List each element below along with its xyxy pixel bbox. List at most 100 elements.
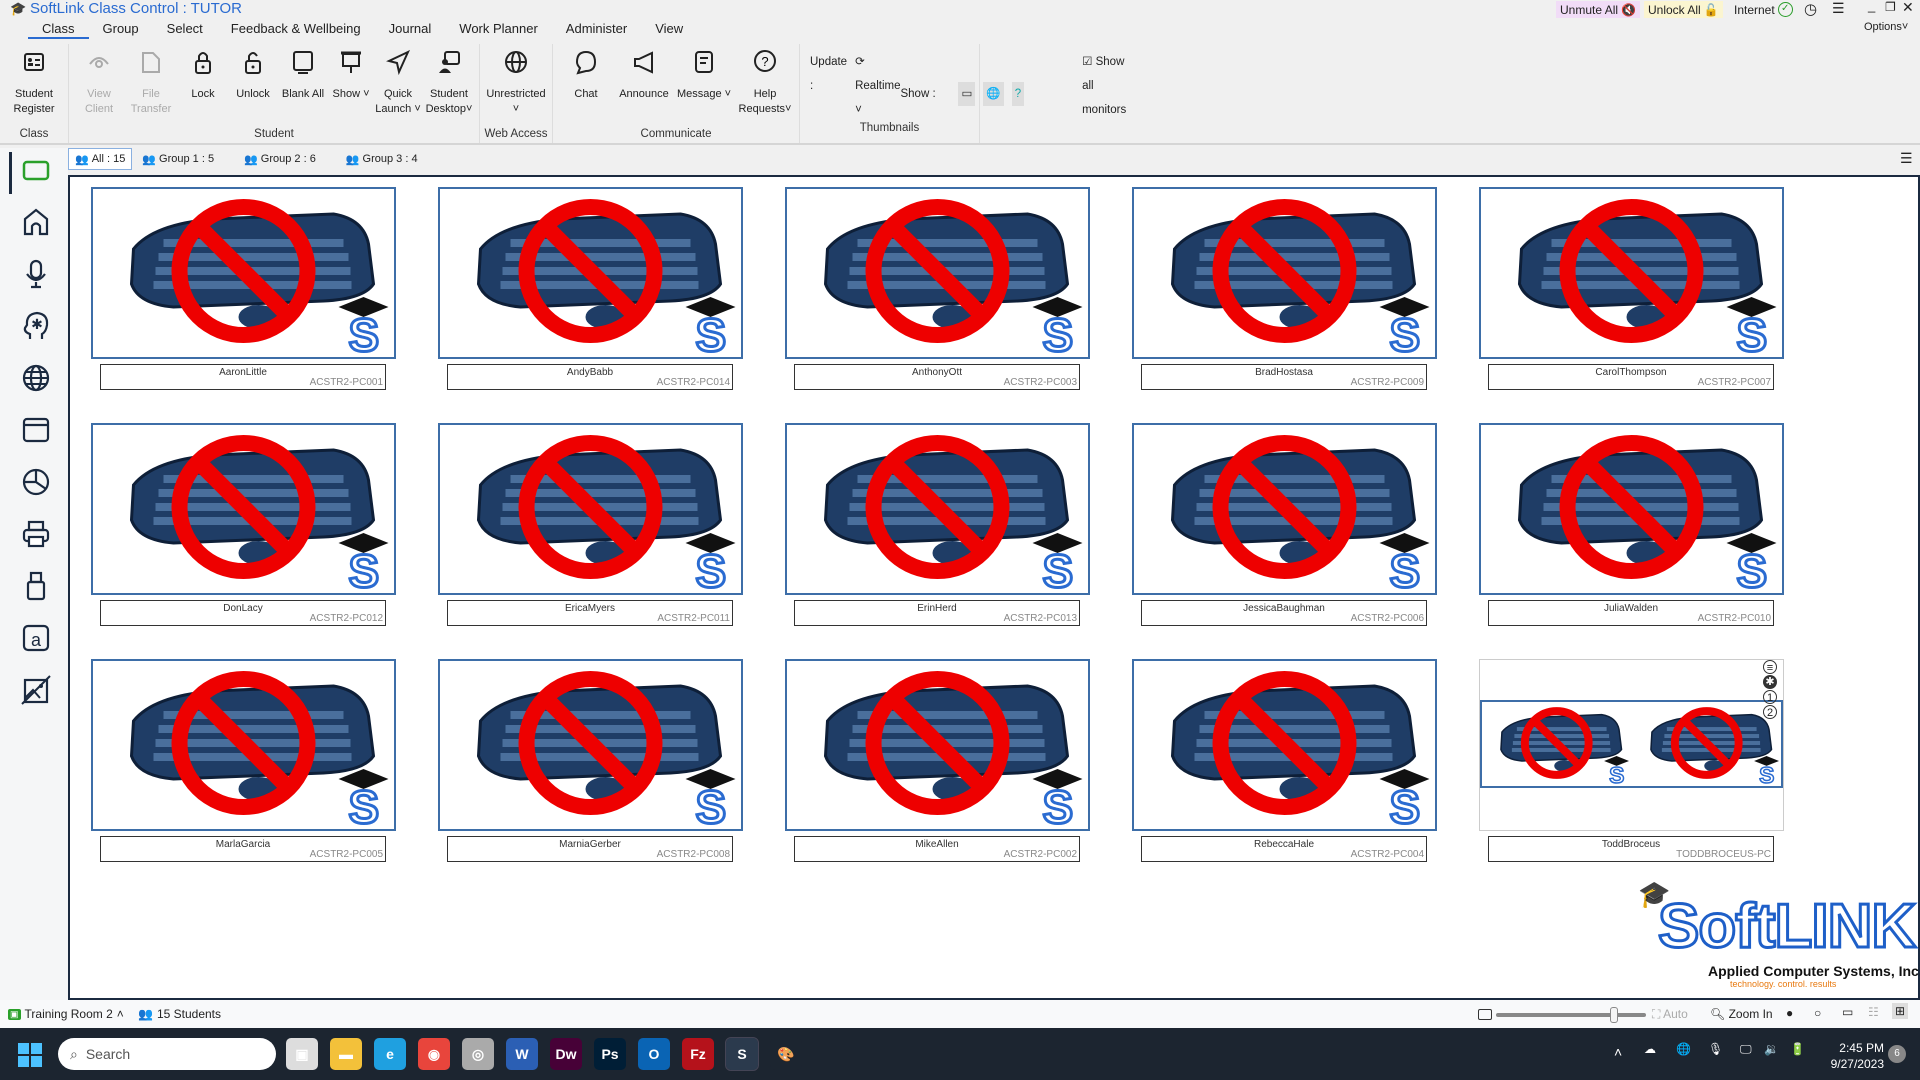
menu-tab-select[interactable]: Select (153, 19, 217, 39)
menu-tab-view[interactable]: View (641, 19, 697, 39)
student-label[interactable]: AaronLittle ACSTR2-PC001 (100, 364, 386, 390)
student-label[interactable]: CarolThompson ACSTR2-PC007 (1488, 364, 1774, 390)
usb-icon[interactable] (18, 568, 54, 604)
task-view-icon[interactable]: ▣ (286, 1038, 318, 1070)
text-icon[interactable]: a (18, 620, 54, 656)
student-label[interactable]: MarniaGerber ACSTR2-PC008 (447, 836, 733, 862)
show-all-monitors-checkbox[interactable]: ☑ (1082, 56, 1092, 68)
student-thumbnail[interactable] (438, 423, 743, 595)
options-dropdown[interactable]: Options˅ (1864, 21, 1908, 33)
outlook-icon[interactable]: O (638, 1038, 670, 1070)
image-icon[interactable] (18, 672, 54, 708)
window-icon[interactable] (18, 412, 54, 448)
menu-tab-journal[interactable]: Journal (375, 19, 446, 39)
unlock-all-button[interactable]: Unlock All 🔓 (1644, 1, 1723, 18)
student-label[interactable]: AnthonyOtt ACSTR2-PC003 (794, 364, 1080, 390)
microphone-tray-icon[interactable]: 🎙 (1708, 1042, 1723, 1056)
internet-status[interactable]: Internet ✓ (1730, 1, 1797, 18)
dreamweaver-icon[interactable]: Dw (550, 1038, 582, 1070)
group-tab-all[interactable]: 👥 All : 15 (68, 148, 133, 170)
wellbeing-head-icon[interactable]: ✱ (18, 308, 54, 344)
student-thumbnail[interactable] (91, 423, 396, 595)
pie-chart-icon[interactable] (18, 464, 54, 500)
file-explorer-icon[interactable]: ▬ (330, 1038, 362, 1070)
search-box[interactable]: ⌕ Search (58, 1038, 276, 1070)
student-thumbnail[interactable]: ≡ ✱ 1 2 (1479, 659, 1784, 831)
student-label[interactable]: RebeccaHale ACSTR2-PC004 (1141, 836, 1427, 862)
group-tab-group-1[interactable]: 👥 Group 1 : 5 (136, 148, 220, 170)
restore-button[interactable]: ❐ (1885, 0, 1896, 14)
student-thumbnail[interactable] (785, 423, 1090, 595)
student-label[interactable]: JuliaWalden ACSTR2-PC010 (1488, 600, 1774, 626)
volume-icon[interactable]: 🔉 (1764, 1042, 1779, 1056)
student-label[interactable]: EricaMyers ACSTR2-PC011 (447, 600, 733, 626)
display-tray-icon[interactable]: 🖵 (1740, 1042, 1752, 1057)
student-label[interactable]: BradHostasa ACSTR2-PC009 (1141, 364, 1427, 390)
student-thumbnail[interactable] (438, 187, 743, 359)
menu-tab-work-planner[interactable]: Work Planner (445, 19, 552, 39)
notification-badge[interactable]: 6 (1888, 1045, 1906, 1063)
clock[interactable]: 2:45 PM 9/27/2023 (1820, 1040, 1884, 1072)
menu-tab-feedback-wellbeing[interactable]: Feedback & Wellbeing (217, 19, 375, 39)
student-thumbnail[interactable] (1132, 659, 1437, 831)
paint-icon[interactable]: 🎨 (770, 1038, 802, 1070)
grid-view-icon[interactable]: ⊞ (1892, 1003, 1909, 1019)
photoshop-icon[interactable]: Ps (594, 1038, 626, 1070)
menu-icon[interactable]: ☰ (1832, 0, 1845, 17)
student-label[interactable]: MarlaGarcia ACSTR2-PC005 (100, 836, 386, 862)
clock-icon[interactable]: ◷ (1804, 0, 1817, 18)
student-thumbnail[interactable] (1132, 423, 1437, 595)
student-thumbnail[interactable] (91, 187, 396, 359)
monitor-1-icon[interactable]: 1 (1763, 690, 1777, 704)
monitor-icon[interactable]: ▭ (1842, 1005, 1853, 1019)
person-outline-icon[interactable]: ○ (1814, 1006, 1821, 1020)
menu-tab-group[interactable]: Group (89, 19, 153, 39)
group-tab-group-2[interactable]: 👥 Group 2 : 6 (238, 148, 322, 170)
show-help-icon[interactable]: ? (1011, 82, 1025, 106)
student-thumbnail[interactable] (785, 659, 1090, 831)
battery-icon[interactable]: 🔋 (1790, 1042, 1805, 1056)
microphone-icon[interactable] (18, 256, 54, 292)
auto-button[interactable]: ⛶ Auto (1652, 1007, 1688, 1022)
student-thumbnail[interactable] (1479, 423, 1784, 595)
student-label[interactable]: ToddBroceus TODDBROCEUS-PC (1488, 836, 1774, 862)
start-button[interactable] (18, 1043, 42, 1067)
zoom-in-button[interactable]: 🔍︎ Zoom In (1710, 1007, 1773, 1021)
minimize-button[interactable]: _ (1868, 0, 1875, 13)
menu-tab-administer[interactable]: Administer (552, 19, 641, 39)
onedrive-icon[interactable]: ☁ (1644, 1042, 1656, 1056)
group-tab-group-3[interactable]: 👥 Group 3 : 4 (340, 148, 424, 170)
chrome-icon[interactable]: ◉ (418, 1038, 450, 1070)
student-thumbnail[interactable] (438, 659, 743, 831)
close-button[interactable]: ✕ (1902, 0, 1914, 16)
word-icon[interactable]: W (506, 1038, 538, 1070)
show-hidden-icons[interactable]: ˄ (1614, 1044, 1622, 1060)
student-thumbnail[interactable] (785, 187, 1090, 359)
edge-icon[interactable]: e (374, 1038, 406, 1070)
student-label[interactable]: AndyBabb ACSTR2-PC014 (447, 364, 733, 390)
printer-icon[interactable] (18, 516, 54, 552)
student-label[interactable]: ErinHerd ACSTR2-PC013 (794, 600, 1080, 626)
list-view-icon[interactable]: ☷ (1868, 1005, 1879, 1019)
show-web-icon[interactable]: 🌐 (983, 82, 1004, 106)
student-label[interactable]: JessicaBaughman ACSTR2-PC006 (1141, 600, 1427, 626)
monitor-2-icon[interactable]: 2 (1763, 705, 1777, 719)
show-window-icon[interactable]: ▭ (958, 82, 976, 106)
menu-tab-class[interactable]: Class (28, 19, 89, 39)
speaker-app-icon[interactable]: ◎ (462, 1038, 494, 1070)
softlink-icon[interactable]: S (725, 1037, 759, 1071)
student-thumbnail[interactable] (1132, 187, 1437, 359)
thumbnail-size-slider[interactable] (1496, 1007, 1646, 1023)
person-filled-icon[interactable]: ● (1786, 1006, 1793, 1020)
room-selector[interactable]: ▣ Training Room 2 ˄ (8, 1007, 124, 1021)
home-icon[interactable] (18, 204, 54, 240)
unmute-all-button[interactable]: Unmute All 🔇 (1556, 1, 1640, 18)
small-size-icon[interactable] (1478, 1009, 1492, 1020)
class-view-icon[interactable] (18, 152, 54, 188)
network-globe-icon[interactable]: 🌐 (1676, 1042, 1691, 1056)
student-label[interactable]: MikeAllen ACSTR2-PC002 (794, 836, 1080, 862)
student-thumbnail[interactable] (91, 659, 396, 831)
filezilla-icon[interactable]: Fz (682, 1038, 714, 1070)
slider-handle[interactable] (1610, 1007, 1618, 1023)
view-menu-icon[interactable]: ☰ (1900, 150, 1913, 167)
